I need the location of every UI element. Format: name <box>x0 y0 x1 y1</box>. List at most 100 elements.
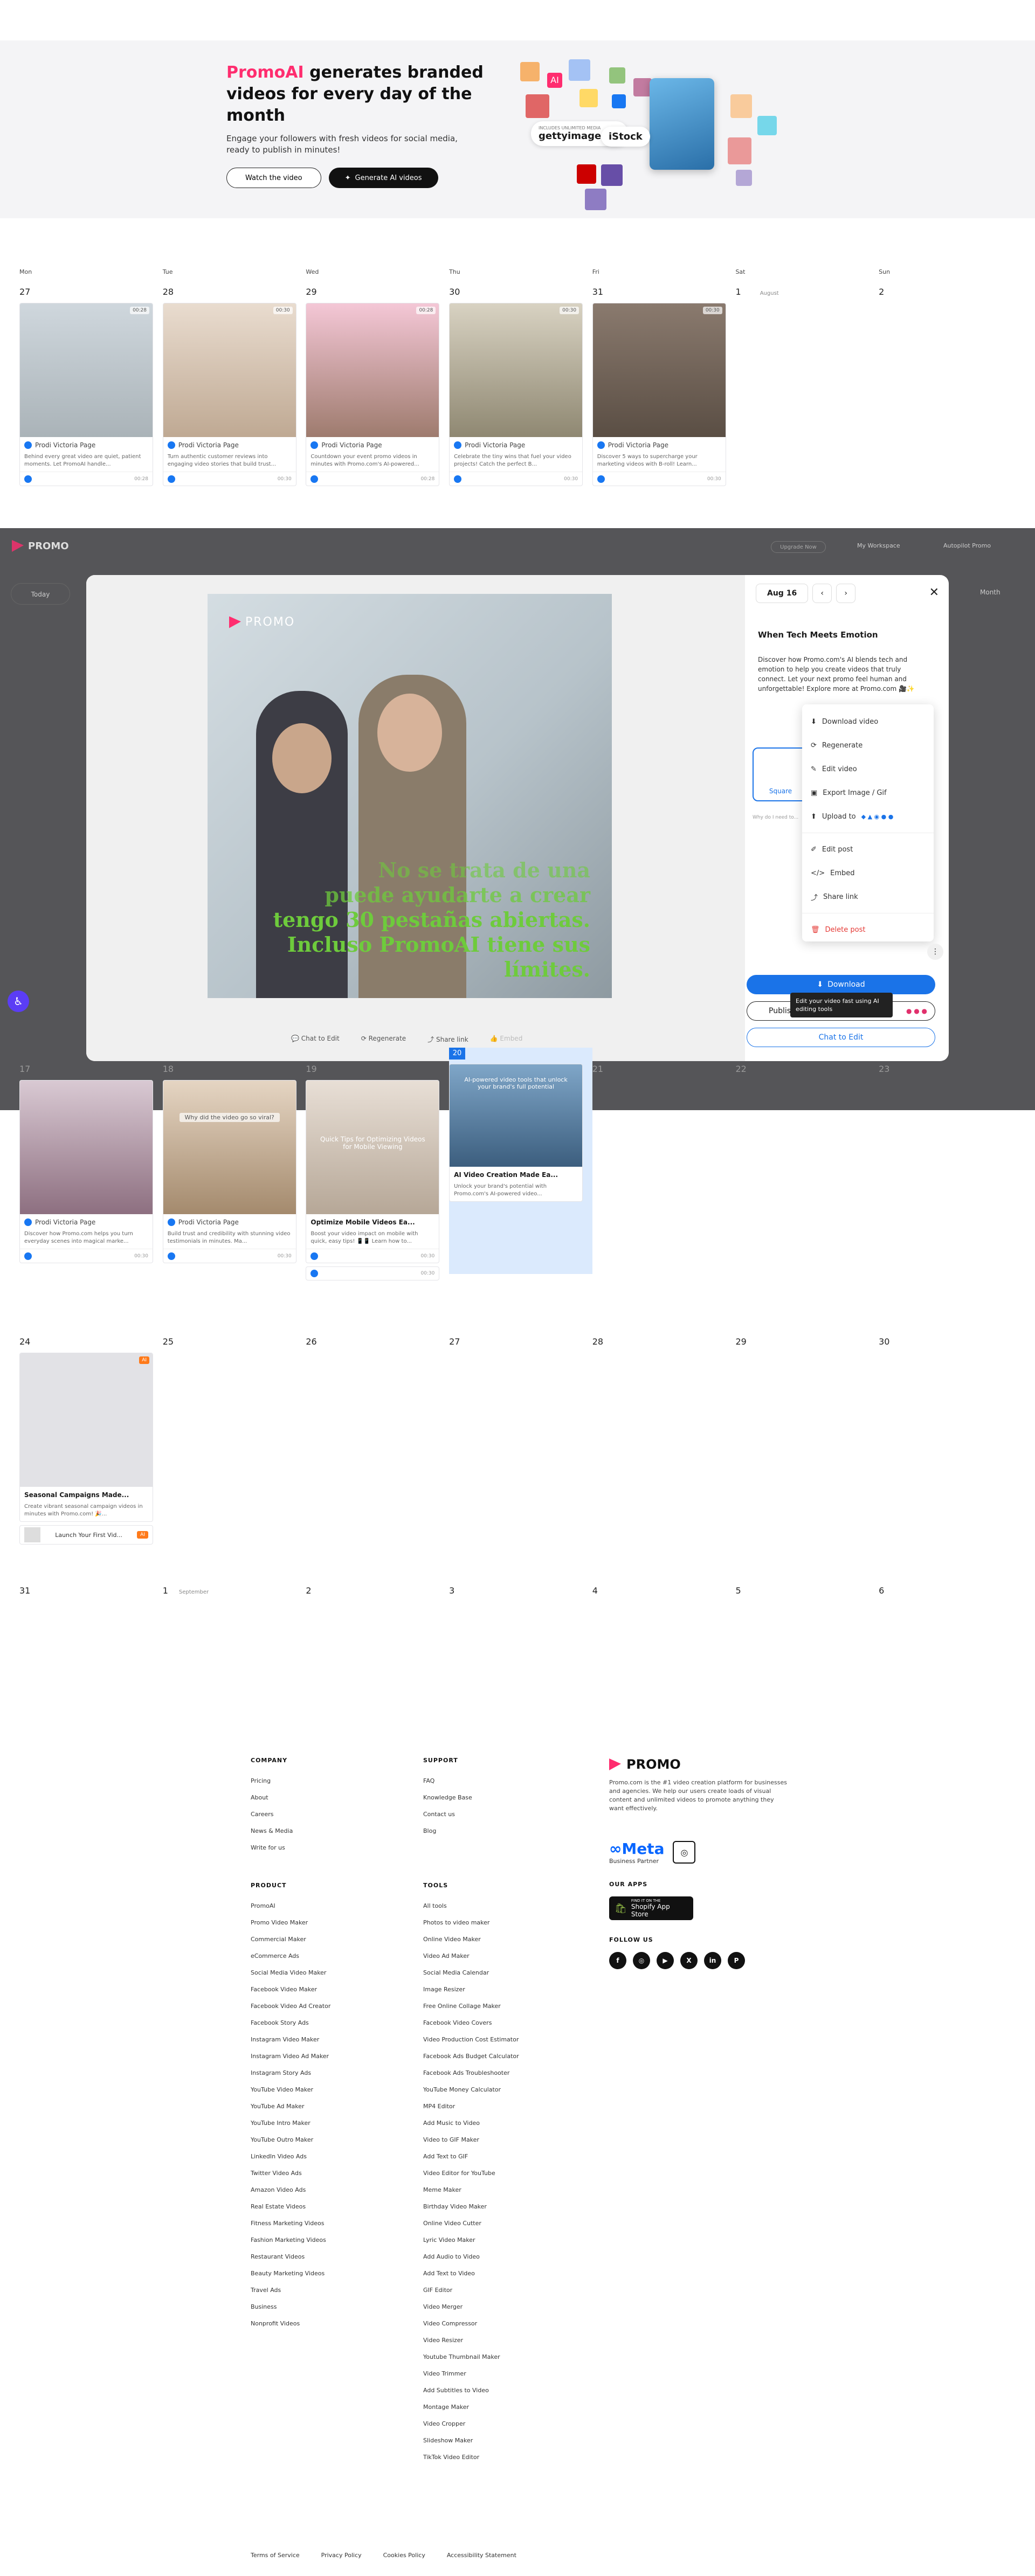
footer-link[interactable]: Photos to video maker <box>423 1914 519 1931</box>
upgrade-button[interactable]: Upgrade Now <box>771 541 826 553</box>
footer-link[interactable]: Slideshow Maker <box>423 2432 519 2449</box>
cookies-link[interactable]: Cookies Policy <box>383 2552 425 2559</box>
youtube-icon[interactable]: ▶ <box>657 1952 674 1969</box>
post-thumbnail[interactable]: Why did the video go so viral? <box>163 1081 296 1214</box>
instagram-icon[interactable]: ◎ <box>633 1952 650 1969</box>
view-selector[interactable]: Month <box>980 588 1000 596</box>
day-cell[interactable]: 2 <box>306 1585 449 1602</box>
footer-link[interactable]: Add Subtitles to Video <box>423 2382 519 2399</box>
workspace-selector[interactable]: My Workspace <box>857 542 900 549</box>
day-cell[interactable]: 3 <box>449 1585 592 1602</box>
footer-link[interactable]: About <box>251 1789 293 1806</box>
day-cell[interactable]: 29 <box>735 1337 879 1545</box>
footer-link[interactable]: Video Ad Maker <box>423 1948 519 1964</box>
footer-link[interactable]: Careers <box>251 1806 293 1823</box>
chat-to-edit-button[interactable]: Chat to Edit <box>747 1028 935 1047</box>
footer-link[interactable]: Social Media Video Maker <box>251 1964 330 1981</box>
privacy-link[interactable]: Privacy Policy <box>321 2552 362 2559</box>
post-card[interactable]: AI Seasonal Campaigns Made... Create vib… <box>19 1353 153 1522</box>
day-cell[interactable]: 31 00:30 Prodi Victoria Page Discover 5 … <box>592 287 736 486</box>
post-card[interactable]: 00:30 Prodi Victoria Page Turn authentic… <box>162 303 296 486</box>
footer-link[interactable]: Lyric Video Maker <box>423 2232 519 2248</box>
footer-link[interactable]: Fashion Marketing Videos <box>251 2232 330 2248</box>
footer-link[interactable]: All tools <box>423 1898 519 1914</box>
footer-link[interactable]: Amazon Video Ads <box>251 2182 330 2198</box>
footer-link[interactable]: Commercial Maker <box>251 1931 330 1948</box>
post-thumbnail[interactable] <box>20 1081 153 1214</box>
menu-export-image[interactable]: ▣ Export Image / Gif <box>802 781 934 805</box>
post-date[interactable]: Aug 16 <box>756 584 809 603</box>
post-thumbnail[interactable]: 00:30 <box>450 303 583 437</box>
pinterest-icon[interactable]: P <box>728 1952 745 1969</box>
menu-embed[interactable]: </> Embed <box>802 861 934 885</box>
day-cell-today[interactable]: 20 AI-powered video tools that unlock yo… <box>449 1048 592 1274</box>
video-preview[interactable]: PROMO No se trata de una puede ayudarte … <box>208 594 612 998</box>
footer-link[interactable]: eCommerce Ads <box>251 1948 330 1964</box>
footer-link[interactable]: Promo Video Maker <box>251 1914 330 1931</box>
footer-link[interactable]: Contact us <box>423 1806 472 1823</box>
watch-video-button[interactable]: Watch the video <box>226 168 321 188</box>
footer-link[interactable]: Video to GIF Maker <box>423 2131 519 2148</box>
footer-link[interactable]: Fitness Marketing Videos <box>251 2215 330 2232</box>
footer-link[interactable]: Add Text to Video <box>423 2265 519 2282</box>
embed-action[interactable]: 👍 Embed <box>490 1035 523 1044</box>
footer-link[interactable]: Travel Ads <box>251 2282 330 2298</box>
menu-edit-video[interactable]: ✎ Edit video <box>802 757 934 781</box>
footer-link[interactable]: YouTube Ad Maker <box>251 2098 330 2115</box>
post-card[interactable]: Prodi Victoria Page Discover how Promo.c… <box>19 1080 153 1263</box>
day-cell[interactable]: 23 <box>879 1064 1022 1280</box>
footer-logo[interactable]: PROMO <box>609 1757 787 1772</box>
footer-link[interactable]: YouTube Video Maker <box>251 2081 330 2098</box>
footer-link[interactable]: FAQ <box>423 1772 472 1789</box>
footer-link[interactable]: Instagram Video Ad Maker <box>251 2048 330 2065</box>
prev-post-button[interactable]: ‹ <box>812 584 832 603</box>
day-cell[interactable]: 1 September <box>163 1585 306 1602</box>
close-icon[interactable]: ✕ <box>929 586 939 599</box>
footer-link[interactable]: Add Music to Video <box>423 2115 519 2131</box>
post-thumbnail[interactable]: 00:28 <box>306 303 439 437</box>
day-cell[interactable]: 29 00:28 Prodi Victoria Page Countdown y… <box>306 287 449 486</box>
footer-link[interactable]: Birthday Video Maker <box>423 2198 519 2215</box>
menu-share-link[interactable]: ⤴ Share link <box>802 885 934 909</box>
scheduled-post-mini[interactable]: 00:30 <box>306 1266 440 1280</box>
footer-link[interactable]: Video Compressor <box>423 2315 519 2332</box>
footer-link[interactable]: Instagram Video Maker <box>251 2031 330 2048</box>
footer-link[interactable]: Video Editor for YouTube <box>423 2165 519 2182</box>
day-cell[interactable]: 26 <box>306 1337 449 1545</box>
footer-link[interactable]: Montage Maker <box>423 2399 519 2415</box>
footer-link[interactable]: Blog <box>423 1823 472 1839</box>
linkedin-icon[interactable]: in <box>704 1952 721 1969</box>
post-body[interactable]: Discover how Promo.com's AI blends tech … <box>758 655 925 694</box>
footer-link[interactable]: Youtube Thumbnail Maker <box>423 2349 519 2365</box>
day-cell[interactable]: 6 <box>879 1585 1022 1602</box>
post-card[interactable]: AI-powered video tools that unlock your … <box>449 1064 583 1202</box>
post-card[interactable]: 00:30 Prodi Victoria Page Discover 5 way… <box>592 303 726 486</box>
footer-link[interactable]: Facebook Story Ads <box>251 2014 330 2031</box>
share-link-action[interactable]: ⤴ Share link <box>427 1035 468 1044</box>
day-cell[interactable]: 18 Why did the video go so viral? Prodi … <box>162 1064 306 1280</box>
post-thumbnail[interactable]: 00:28 <box>20 303 153 437</box>
day-cell[interactable]: 4 <box>592 1585 736 1602</box>
post-card[interactable]: 00:28 Prodi Victoria Page Behind every g… <box>19 303 153 486</box>
menu-download-video[interactable]: ⬇ Download video <box>802 710 934 733</box>
footer-link[interactable]: Instagram Story Ads <box>251 2065 330 2081</box>
footer-link[interactable]: Add Text to GIF <box>423 2148 519 2165</box>
day-cell[interactable]: 30 <box>879 1337 1022 1545</box>
format-square-option[interactable]: Square <box>753 747 809 801</box>
footer-link[interactable]: Facebook Ads Troubleshooter <box>423 2065 519 2081</box>
facebook-icon[interactable]: f <box>609 1952 626 1969</box>
footer-link[interactable]: Beauty Marketing Videos <box>251 2265 330 2282</box>
footer-link[interactable]: News & Media <box>251 1823 293 1839</box>
footer-link[interactable]: Facebook Video Maker <box>251 1981 330 1998</box>
menu-upload-to[interactable]: ⬆ Upload to ◆ ▲ ◉ ● ● <box>802 805 934 828</box>
footer-link[interactable]: Social Media Calendar <box>423 1964 519 1981</box>
shopify-app-store-button[interactable]: 🛍 FIND IT ON THE Shopify App Store <box>609 1896 693 1920</box>
menu-regenerate[interactable]: ⟳ Regenerate <box>802 733 934 757</box>
day-cell[interactable]: 17 Prodi Victoria Page Discover how Prom… <box>19 1064 163 1280</box>
day-cell[interactable]: 5 <box>735 1585 879 1602</box>
post-thumbnail[interactable]: AI-powered video tools that unlock your … <box>450 1064 583 1167</box>
footer-link[interactable]: YouTube Outro Maker <box>251 2131 330 2148</box>
day-cell[interactable]: 21 <box>592 1064 736 1280</box>
post-card[interactable]: 00:28 Prodi Victoria Page Countdown your… <box>306 303 440 486</box>
post-card[interactable]: Quick Tips for Optimizing Videos for Mob… <box>306 1080 440 1263</box>
